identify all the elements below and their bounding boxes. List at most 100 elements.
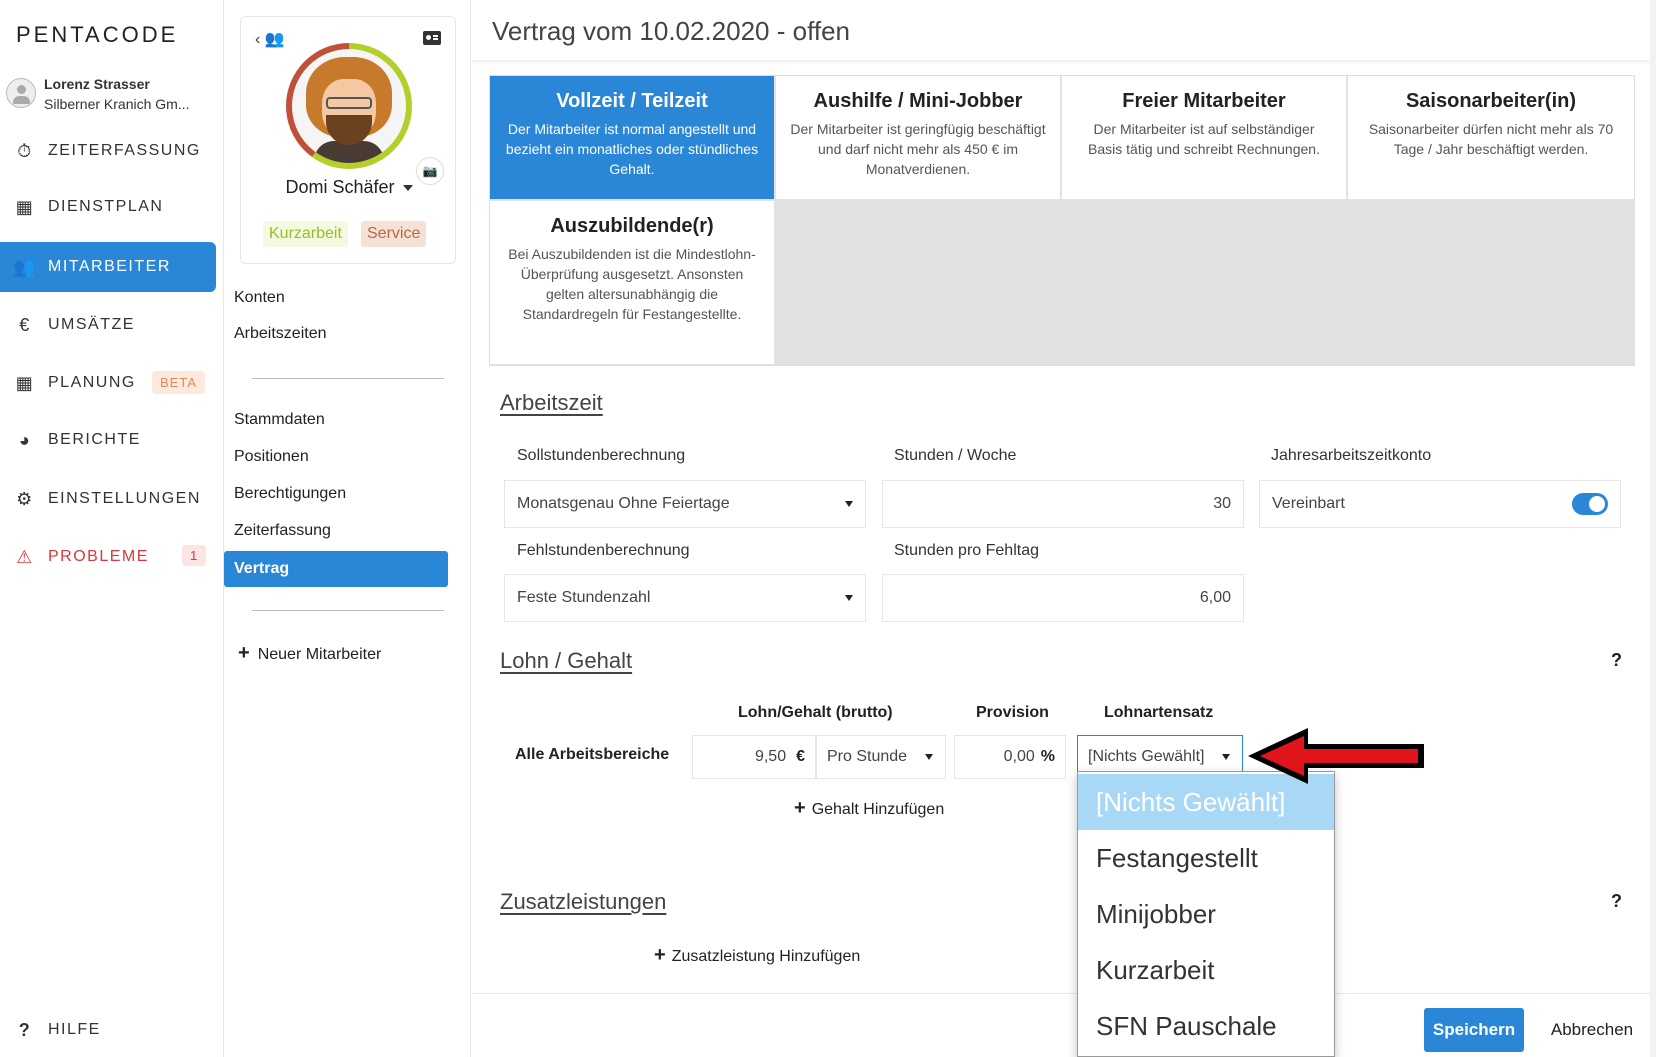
contract-type-desc: Der Mitarbeiter ist geringfügig beschäft…	[790, 121, 1046, 177]
page-scrollbar[interactable]	[1650, 0, 1656, 1057]
lohnart-dropdown-list: [Nichts Gewählt] Festangestellt Minijobb…	[1077, 771, 1335, 1057]
soll-label: Sollstundenberechnung	[517, 447, 686, 464]
add-benefit-label: Zusatzleistung Hinzufügen	[671, 948, 861, 965]
nav-item-dienstplan[interactable]: ▦ DIENSTPLAN	[0, 182, 216, 232]
contract-type-grid: Vollzeit / Teilzeit Der Mitarbeiter ist …	[489, 75, 1635, 366]
contract-type-title: Saisonarbeiter(in)	[1405, 90, 1577, 112]
annotation-arrow-icon	[1248, 728, 1424, 784]
jahres-toggle[interactable]	[1572, 493, 1608, 515]
contract-type-title: Aushilfe / Mini-Jobber	[813, 90, 1023, 112]
add-salary-label: Gehalt Hinzufügen	[811, 801, 945, 818]
contract-type-title: Vollzeit / Teilzeit	[556, 90, 708, 112]
tag-service: Service	[361, 221, 427, 247]
save-button[interactable]: Speichern	[1424, 1008, 1524, 1052]
user-avatar-icon	[6, 78, 36, 108]
provision-input[interactable]: 0,00 %	[954, 735, 1066, 779]
dropdown-option[interactable]: Kurzarbeit	[1078, 942, 1334, 998]
employee-name-dropdown[interactable]: Domi Schäfer	[241, 177, 457, 198]
stopwatch-icon: ⏱	[17, 140, 33, 161]
section-lohn-title: Lohn / Gehalt	[500, 648, 633, 673]
nav-item-zeiterfassung[interactable]: ⏱ ZEITERFASSUNG	[0, 126, 216, 176]
subnav-vertrag[interactable]: Vertrag	[224, 551, 448, 587]
beta-badge: BETA	[152, 371, 205, 394]
back-to-list-icon[interactable]: ‹ 👥	[255, 29, 285, 49]
subnav-konten[interactable]: Konten	[234, 289, 285, 307]
nav-item-probleme[interactable]: ⚠ PROBLEME 1	[0, 532, 216, 582]
lohn-help-icon[interactable]: ?	[1611, 650, 1622, 671]
zusatz-help-icon[interactable]: ?	[1611, 891, 1622, 912]
jahres-field: Vereinbart	[1259, 480, 1621, 528]
euro-unit: €	[796, 748, 805, 765]
dropdown-option[interactable]: SFN Pauschale	[1078, 998, 1334, 1054]
contract-type-saison[interactable]: Saisonarbeiter(in) Saisonarbeiter dürfen…	[1348, 76, 1634, 200]
subnav-stammdaten[interactable]: Stammdaten	[234, 411, 325, 429]
plus-icon: +	[654, 944, 666, 966]
fehl-label: Fehlstundenberechnung	[517, 542, 690, 559]
section-zusatz-title: Zusatzleistungen	[500, 889, 667, 914]
contract-type-aushilfe[interactable]: Aushilfe / Mini-Jobber Der Mitarbeiter i…	[776, 76, 1061, 200]
plus-icon: +	[238, 642, 250, 664]
caret-down-icon	[402, 185, 413, 192]
nav-item-einstellungen[interactable]: ⚙ EINSTELLUNGEN	[0, 474, 216, 524]
stunden-woche-label: Stunden / Woche	[894, 447, 1017, 464]
nav-item-umsaetze[interactable]: € UMSÄTZE	[0, 300, 216, 350]
employee-subnav: ‹ 👥 📷 Domi Schäfer Kurzarbeit Service Ko…	[224, 0, 471, 1057]
caret-down-icon	[1222, 754, 1230, 760]
row-label-alle: Alle Arbeitsbereiche	[515, 746, 670, 763]
contract-type-desc: Der Mitarbeiter ist normal angestellt un…	[505, 121, 759, 177]
percent-unit: %	[1040, 748, 1055, 765]
contract-type-title: Freier Mitarbeiter	[1122, 90, 1286, 112]
add-benefit-button[interactable]: + Zusatzleistung Hinzufügen	[654, 944, 860, 967]
employee-name: Domi Schäfer	[285, 177, 395, 197]
divider	[252, 610, 444, 611]
fehltag-label: Stunden pro Fehltag	[894, 542, 1039, 559]
euro-icon: €	[19, 314, 31, 335]
user-profile[interactable]: Lorenz Strasser Silberner Kranich Gm...	[6, 74, 216, 116]
lohnart-value: [Nichts Gewählt]	[1088, 748, 1205, 765]
stunden-woche-input[interactable]: 30	[882, 480, 1244, 528]
brutto-input[interactable]: 9,50 €	[692, 735, 816, 779]
user-name: Lorenz Strasser	[44, 76, 150, 92]
subnav-zeiterfassung[interactable]: Zeiterfassung	[234, 522, 331, 540]
soll-value: Monatsgenau Ohne Feiertage	[517, 495, 730, 512]
logo: PENTACODE	[16, 22, 179, 47]
dropdown-option[interactable]: Festangestellt	[1078, 830, 1334, 886]
cancel-button[interactable]: Abbrechen	[1542, 1008, 1642, 1052]
warning-icon: ⚠	[16, 546, 34, 567]
new-employee-label: Neuer Mitarbeiter	[257, 646, 382, 663]
fehl-value: Feste Stundenzahl	[517, 589, 651, 606]
caret-down-icon	[925, 754, 933, 760]
nav-item-planung[interactable]: ▦ PLANUNG BETA	[0, 358, 216, 408]
stunden-woche-value: 30	[1213, 495, 1231, 512]
add-salary-button[interactable]: + Gehalt Hinzufügen	[794, 797, 944, 820]
fehltag-value: 6,00	[1199, 589, 1231, 606]
caret-down-icon	[845, 501, 853, 507]
new-employee-button[interactable]: + Neuer Mitarbeiter	[238, 642, 381, 665]
tag-kurzarbeit: Kurzarbeit	[263, 221, 348, 247]
fehl-select[interactable]: Feste Stundenzahl	[504, 574, 866, 622]
contract-type-desc: Der Mitarbeiter ist auf selbständiger Ba…	[1088, 121, 1320, 157]
period-select[interactable]: Pro Stunde	[816, 735, 946, 779]
form-footer: Speichern Abbrechen	[472, 993, 1656, 1057]
nav-item-label: PLANUNG	[48, 374, 136, 391]
soll-select[interactable]: Monatsgenau Ohne Feiertage	[504, 480, 866, 528]
problem-count-badge: 1	[182, 545, 207, 566]
col-lohnart: Lohnartensatz	[1104, 704, 1214, 721]
nav-item-label: PROBLEME	[48, 548, 149, 565]
contract-type-freier[interactable]: Freier Mitarbeiter Der Mitarbeiter ist a…	[1062, 76, 1347, 200]
nav-item-hilfe[interactable]: ? HILFE	[0, 1005, 216, 1055]
jahres-label: Jahresarbeitszeitkonto	[1271, 447, 1432, 464]
dropdown-option[interactable]: Minijobber	[1078, 886, 1334, 942]
subnav-positionen[interactable]: Positionen	[234, 448, 309, 466]
contract-type-vollzeit[interactable]: Vollzeit / Teilzeit Der Mitarbeiter ist …	[490, 76, 775, 200]
calendar-icon: ▦	[15, 372, 35, 393]
nav-item-mitarbeiter[interactable]: 👥 MITARBEITER	[0, 242, 216, 292]
subnav-berechtigungen[interactable]: Berechtigungen	[234, 485, 346, 503]
fehltag-input[interactable]: 6,00	[882, 574, 1244, 622]
nav-item-berichte[interactable]: ◕ BERICHTE	[0, 415, 216, 465]
subnav-arbeitszeiten[interactable]: Arbeitszeiten	[234, 325, 327, 343]
nav-item-label: DIENSTPLAN	[48, 198, 164, 215]
id-card-icon[interactable]	[423, 31, 441, 45]
contract-type-azubi[interactable]: Auszubildende(r) Bei Auszubildenden ist …	[490, 201, 775, 365]
employee-avatar: 📷	[286, 43, 444, 185]
